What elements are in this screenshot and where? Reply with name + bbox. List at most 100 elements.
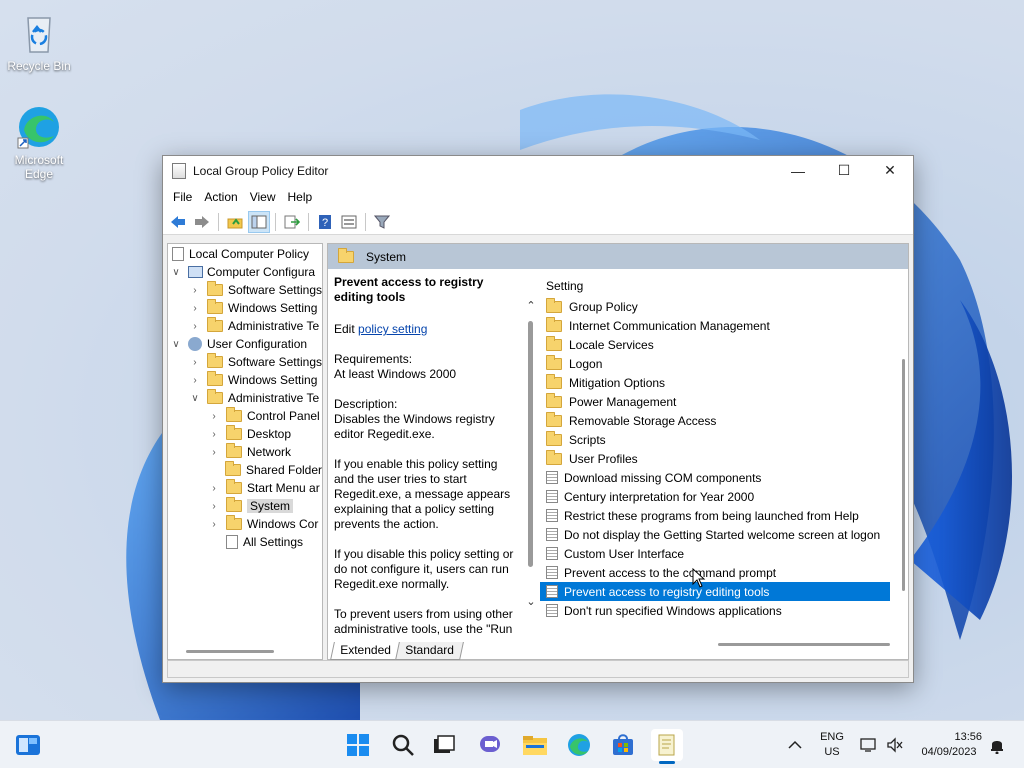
- tree-item[interactable]: › Control Panel: [168, 407, 322, 425]
- chevron-right-icon[interactable]: ›: [208, 429, 220, 440]
- tree-item[interactable]: › Software Settings: [168, 281, 322, 299]
- close-button[interactable]: ✕: [867, 156, 913, 185]
- filter-icon[interactable]: [371, 211, 393, 233]
- chevron-right-icon[interactable]: ›: [189, 285, 201, 296]
- list-item-folder[interactable]: Removable Storage Access: [540, 411, 908, 430]
- store-icon[interactable]: [607, 729, 639, 761]
- chevron-down-icon[interactable]: ∨: [170, 267, 182, 278]
- forward-icon[interactable]: [191, 211, 213, 233]
- list-item-setting[interactable]: Century interpretation for Year 2000: [540, 487, 908, 506]
- network-icon[interactable]: [860, 721, 878, 768]
- desktop-icon-recycle-bin[interactable]: Recycle Bin: [4, 10, 74, 73]
- scrollbar-thumb[interactable]: [528, 321, 533, 567]
- tree-item[interactable]: › Software Settings: [168, 353, 322, 371]
- list-item-label: Custom User Interface: [564, 546, 685, 561]
- chevron-right-icon[interactable]: ›: [208, 447, 220, 458]
- tree-item[interactable]: Shared Folder: [168, 461, 322, 479]
- list-item-setting[interactable]: Prevent access to the command prompt: [540, 563, 908, 582]
- list-item-setting[interactable]: Don't run specified Windows applications: [540, 601, 908, 620]
- tree-item[interactable]: All Settings: [168, 533, 322, 551]
- tree-item[interactable]: ∨ Computer Configura: [168, 263, 322, 281]
- start-icon[interactable]: [342, 729, 374, 761]
- tree-item[interactable]: › Windows Setting: [168, 371, 322, 389]
- list-item-folder[interactable]: Logon: [540, 354, 908, 373]
- show-hide-tree-icon[interactable]: [248, 210, 270, 233]
- tree-item[interactable]: ∨ User Configuration: [168, 335, 322, 353]
- tree-item[interactable]: › Windows Cor: [168, 515, 322, 533]
- chevron-down-icon[interactable]: ∨: [189, 393, 201, 404]
- list-item-setting[interactable]: Restrict these programs from being launc…: [540, 506, 908, 525]
- tab-standard[interactable]: Standard: [394, 642, 464, 660]
- list-item-label: Prevent access to registry editing tools: [564, 584, 770, 599]
- tree-item-root[interactable]: Local Computer Policy: [168, 245, 322, 263]
- back-icon[interactable]: [167, 211, 189, 233]
- tree-item-label: Start Menu ar: [247, 481, 320, 495]
- list-item-setting[interactable]: Prevent access to registry editing tools: [540, 582, 890, 601]
- list-item-folder[interactable]: User Profiles: [540, 449, 908, 468]
- tree-item[interactable]: › System: [168, 497, 322, 515]
- chevron-right-icon[interactable]: ›: [189, 321, 201, 332]
- desktop-icon-edge[interactable]: Microsoft Edge: [4, 104, 74, 181]
- chevron-down-icon[interactable]: ∨: [170, 339, 182, 350]
- list-item-label: Internet Communication Management: [569, 318, 770, 333]
- list-item-folder[interactable]: Locale Services: [540, 335, 908, 354]
- tree-item-label: Control Panel: [247, 409, 320, 423]
- language-indicator[interactable]: ENG US: [816, 721, 848, 768]
- list-item-folder[interactable]: Mitigation Options: [540, 373, 908, 392]
- list-item-setting[interactable]: Download missing COM components: [540, 468, 908, 487]
- settings-list-horizontal-scrollbar[interactable]: [718, 643, 890, 646]
- minimize-button[interactable]: —: [775, 156, 821, 185]
- details-pane: System Prevent access to registry editin…: [327, 243, 909, 660]
- tree-item[interactable]: ∨ Administrative Te: [168, 389, 322, 407]
- description-scrollbar[interactable]: ⌃ ⌄: [524, 299, 538, 611]
- list-item-setting[interactable]: Do not display the Getting Started welco…: [540, 525, 908, 544]
- scroll-up-icon[interactable]: ⌃: [524, 299, 538, 312]
- scroll-down-icon[interactable]: ⌄: [524, 595, 538, 608]
- list-item-label: Restrict these programs from being launc…: [564, 508, 859, 523]
- tree-item[interactable]: › Network: [168, 443, 322, 461]
- group-policy-editor-icon[interactable]: [651, 729, 683, 764]
- menu-help[interactable]: Help: [282, 190, 319, 204]
- tree-item[interactable]: › Desktop: [168, 425, 322, 443]
- list-item-folder[interactable]: Internet Communication Management: [540, 316, 908, 335]
- tree-horizontal-scrollbar[interactable]: [186, 650, 274, 653]
- chevron-right-icon[interactable]: ›: [189, 357, 201, 368]
- settings-list-scrollbar[interactable]: [902, 359, 905, 591]
- title-bar[interactable]: Local Group Policy Editor — ☐ ✕: [163, 156, 913, 185]
- up-folder-icon[interactable]: [224, 211, 246, 233]
- notification-icon[interactable]: [988, 721, 1006, 768]
- column-header-setting[interactable]: Setting: [540, 269, 908, 297]
- menu-file[interactable]: File: [167, 190, 198, 204]
- show-hidden-icons-icon[interactable]: [788, 721, 802, 768]
- chevron-right-icon[interactable]: ›: [208, 483, 220, 494]
- edge-icon[interactable]: [563, 729, 595, 761]
- widgets-icon[interactable]: [12, 729, 44, 761]
- menu-action[interactable]: Action: [198, 190, 243, 204]
- tree-item[interactable]: › Windows Setting: [168, 299, 322, 317]
- menu-view[interactable]: View: [244, 190, 282, 204]
- task-view-icon[interactable]: [428, 729, 460, 761]
- console-tree[interactable]: Local Computer Policy ∨ Computer Configur…: [167, 243, 323, 660]
- tab-extended[interactable]: Extended: [330, 642, 401, 660]
- chevron-right-icon[interactable]: ›: [208, 519, 220, 530]
- volume-muted-icon[interactable]: [886, 721, 904, 768]
- export-list-icon[interactable]: [281, 211, 303, 233]
- tree-item[interactable]: › Administrative Te: [168, 317, 322, 335]
- list-item-setting[interactable]: Custom User Interface: [540, 544, 908, 563]
- clock[interactable]: 13:56 04/09/2023: [916, 721, 982, 768]
- edit-policy-setting-link[interactable]: policy setting: [358, 322, 427, 336]
- list-item-folder[interactable]: Group Policy: [540, 297, 908, 316]
- file-explorer-icon[interactable]: [519, 729, 551, 761]
- chevron-right-icon[interactable]: ›: [189, 375, 201, 386]
- maximize-button[interactable]: ☐: [821, 156, 867, 185]
- help-icon[interactable]: ?: [314, 211, 336, 233]
- properties-icon[interactable]: [338, 211, 360, 233]
- chat-icon[interactable]: [474, 729, 506, 761]
- tree-item[interactable]: › Start Menu ar: [168, 479, 322, 497]
- search-icon[interactable]: [387, 729, 419, 761]
- chevron-right-icon[interactable]: ›: [208, 501, 220, 512]
- list-item-folder[interactable]: Power Management: [540, 392, 908, 411]
- chevron-right-icon[interactable]: ›: [208, 411, 220, 422]
- list-item-folder[interactable]: Scripts: [540, 430, 908, 449]
- chevron-right-icon[interactable]: ›: [189, 303, 201, 314]
